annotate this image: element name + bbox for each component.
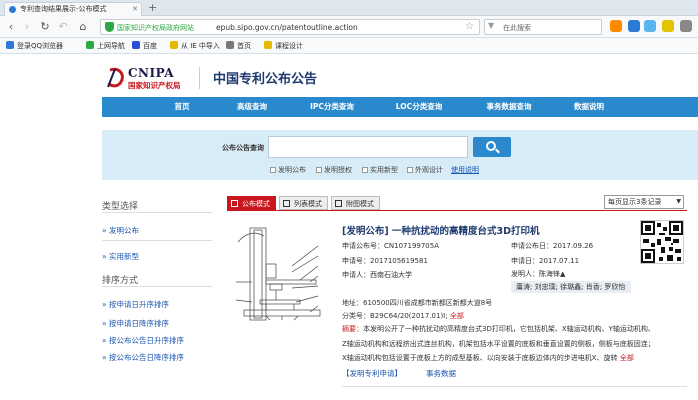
affairs-data-link[interactable]: 事务数据 [426, 368, 456, 379]
type-heading: 类型选择 [102, 202, 139, 212]
tab-title: 专利查询结果展示-公布模式 [20, 5, 107, 13]
header-divider [199, 67, 200, 89]
results-divider [227, 210, 687, 211]
globe-icon [86, 41, 94, 49]
nav-affairs-search[interactable]: 事务数据查询 [477, 97, 541, 117]
image-icon [335, 200, 342, 207]
mail-icon[interactable] [644, 20, 656, 32]
qr-code [640, 220, 684, 264]
list-icon [283, 200, 290, 207]
class-all-link[interactable]: 全部 [450, 312, 464, 320]
sort-appdate-asc[interactable]: » 按申请日升序排序 [102, 299, 169, 310]
user-icon [6, 41, 14, 49]
nav-advanced-search[interactable]: 高级查询 [227, 97, 277, 117]
inventors-popup: 庸涛; 刘忠璞; 徐璐鑫; 肖香; 罗欣怡 [511, 281, 631, 293]
bookmark-home[interactable]: 首页 [226, 41, 251, 51]
tab-figure-mode[interactable]: 附图模式 [331, 196, 380, 210]
browser-tab-bar: 专利查询结果展示-公布模式 ✕ + [0, 0, 698, 16]
bookmark-course[interactable]: 课程设计 [264, 41, 303, 51]
bookmark-star-icon[interactable]: ☆ [465, 21, 474, 32]
sort-heading: 排序方式 [102, 276, 139, 286]
sort-pubdate-asc[interactable]: » 按公布公告日升序排序 [102, 335, 184, 346]
new-tab-button[interactable]: + [148, 1, 157, 14]
search-label: 公布公告查询 [222, 144, 264, 152]
bookmark-baidu[interactable]: 百度 [132, 41, 157, 51]
search-panel: 公布公告查询 发明公布 发明授权 实用新型 外观设计 使用说明 [102, 130, 698, 180]
class-number: 分类号：B29C64/20(2017.01)I; 全部 [342, 312, 464, 320]
abstract-line-2: Z轴运动机构和远程挤出式连丝机构，机架包括水平设置的底板和垂直设置的侧板，侧板与… [342, 340, 655, 348]
patent-title[interactable]: [发明公布] 一种抗扰动的高精度台式3D打印机 [342, 223, 540, 237]
url-text[interactable]: epub.sipo.gov.cn/patentoutline.action [216, 23, 358, 32]
checkbox-invention-grant[interactable]: 发明授权 [316, 165, 352, 175]
logo-text: CNIPA [128, 66, 175, 80]
undo-close-icon[interactable]: ↶ [56, 20, 70, 34]
gift-icon[interactable] [662, 20, 674, 32]
patent-drawing[interactable] [230, 222, 330, 327]
refresh-icon[interactable]: ↻ [38, 20, 52, 34]
search-input[interactable] [268, 136, 468, 158]
page-icon [226, 41, 234, 49]
address: 地址：610500四川省成都市新都区新都大道8号 [342, 299, 493, 307]
abstract-line-3: X轴运动机构包括设置于底板上方的成型基板、以向安装于底板边体内的步进电机X、旋转… [342, 354, 634, 362]
per-page-select[interactable]: 每页显示3条记录 ▼ [604, 195, 684, 209]
abstract-all-link[interactable]: 全部 [620, 354, 634, 362]
security-shield-icon [105, 22, 114, 32]
address-toolbar: ‹ › ↻ ↶ ⌂ 国家知识产权局政府网站 epub.sipo.gov.cn/p… [0, 16, 698, 38]
app-number: 申请号：2017105619581 [342, 257, 428, 265]
nav-data-description[interactable]: 数据说明 [564, 97, 614, 117]
help-link[interactable]: 使用说明 [451, 165, 479, 175]
bookmark-ie-import[interactable]: 从 IE 中导入 [170, 41, 220, 51]
applicant: 申请人：西南石油大学 [342, 271, 412, 279]
browser-search-placeholder: 在此搜索 [503, 24, 531, 32]
bookmark-qq-login[interactable]: 登录QQ浏览器 [6, 41, 63, 51]
page-favicon-icon [9, 6, 16, 13]
page-title: 中国专利公布公告 [213, 72, 318, 87]
url-field[interactable]: 国家知识产权局政府网站 epub.sipo.gov.cn/patentoutli… [100, 19, 480, 35]
tab-list-mode[interactable]: 列表模式 [279, 196, 328, 210]
cnipa-logo-icon [107, 67, 124, 88]
grid-icon [231, 200, 238, 207]
main-nav: 首页 高级查询 IPC分类查询 LOC分类查询 事务数据查询 数据说明 [102, 97, 698, 117]
search-button[interactable] [473, 137, 511, 157]
search-engine-icon: ▼ [488, 21, 495, 30]
chevron-down-icon: ▼ [676, 198, 681, 205]
sidebar-type-utility[interactable]: » 实用新型 [102, 251, 139, 262]
browser-search-field[interactable]: ▼ 在此搜索 [484, 19, 602, 35]
bookmark-nav[interactable]: 上网导航 [86, 41, 125, 51]
checkbox-invention-publication[interactable]: 发明公布 [270, 165, 306, 175]
video-icon[interactable] [628, 20, 640, 32]
forward-icon[interactable]: › [20, 20, 34, 34]
pub-date: 申请公布日：2017.09.26 [511, 242, 594, 250]
logo-subtitle: 国家知识产权局 [128, 81, 181, 90]
abstract-line-1: 摘要：本发明公开了一种抗扰动的高精度台式3D打印机，它包括机架、X轴运动机构、Y… [342, 325, 655, 333]
app-date: 申请日：2017.07.11 [511, 257, 580, 265]
browser-tab[interactable]: 专利查询结果展示-公布模式 ✕ [4, 2, 142, 16]
tab-publication-mode[interactable]: 公布模式 [227, 196, 276, 210]
menu-icon[interactable] [680, 20, 692, 32]
sort-pubdate-desc[interactable]: » 按公布公告日降序排序 [102, 352, 184, 363]
qr-code-icon [641, 221, 683, 263]
checkbox-utility-model[interactable]: 实用新型 [362, 165, 398, 175]
folder-icon [264, 41, 272, 49]
sort-appdate-desc[interactable]: » 按申请日降序排序 [102, 318, 169, 329]
back-icon[interactable]: ‹ [4, 20, 18, 34]
close-tab-icon[interactable]: ✕ [132, 3, 138, 15]
nav-home[interactable]: 首页 [162, 97, 202, 117]
checkbox-design[interactable]: 外观设计 [407, 165, 443, 175]
folder-icon [170, 41, 178, 49]
site-name: 国家知识产权局政府网站 [117, 24, 194, 32]
pub-number: 申请公布号：CN107199705A [342, 242, 439, 250]
sidebar-type-invention[interactable]: » 发明公布 [102, 225, 139, 236]
patent-application-link[interactable]: 【发明专利申请】 [342, 368, 402, 379]
baidu-icon [132, 41, 140, 49]
nav-loc-search[interactable]: LOC分类查询 [386, 97, 452, 117]
nav-ipc-search[interactable]: IPC分类查询 [300, 97, 364, 117]
home-icon[interactable]: ⌂ [76, 20, 90, 34]
extension-icon[interactable] [610, 20, 622, 32]
inventor[interactable]: 发明人：陈海锋▲ [511, 269, 565, 279]
bookmarks-bar: 登录QQ浏览器 上网导航 百度 从 IE 中导入 首页 课程设计 [0, 38, 698, 54]
